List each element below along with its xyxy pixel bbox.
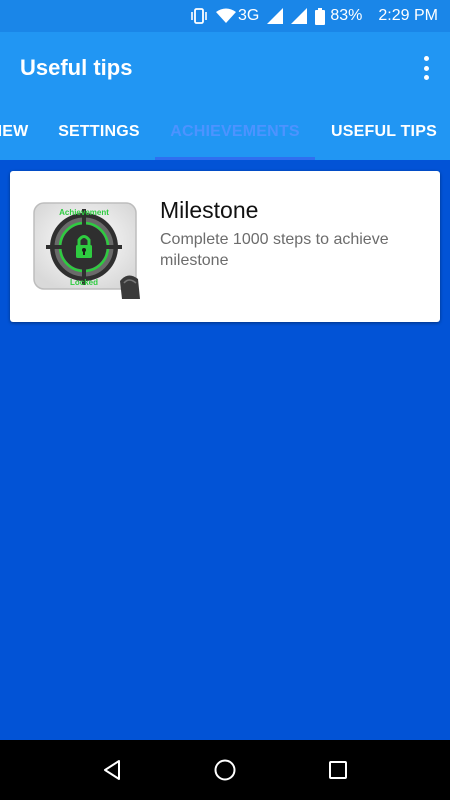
badge-bottom-label: Locked — [70, 278, 98, 287]
signal-icon — [267, 8, 284, 24]
achievement-locked-icon: Achievement Locked — [32, 201, 142, 301]
achievement-title: Milestone — [160, 197, 259, 223]
vibrate-icon — [190, 8, 208, 24]
tab-achievements[interactable]: ACHIEVEMENTS — [155, 104, 315, 160]
achievement-card[interactable]: Achievement Locked Milestone Complete 10… — [10, 171, 440, 322]
badge-top-label: Achievement — [59, 208, 109, 217]
clock: 2:29 PM — [378, 7, 438, 24]
achievement-description: Complete 1000 steps to achieve milestone — [160, 231, 389, 269]
tab-settings[interactable]: SETTINGS — [44, 104, 154, 160]
app-bar: Useful tips — [0, 32, 450, 104]
tab-overview[interactable]: IEW — [0, 104, 30, 160]
tab-bar: IEW SETTINGS ACHIEVEMENTS USEFUL TIPS — [0, 104, 450, 160]
wifi-icon — [216, 8, 237, 24]
battery-percent: 83% — [330, 7, 363, 24]
home-icon[interactable] — [205, 750, 245, 790]
tab-indicator — [155, 157, 315, 160]
battery-icon — [315, 7, 326, 25]
network-type: 3G — [238, 7, 260, 24]
status-bar: 3G 83% 2:29 PM — [0, 0, 450, 32]
system-nav-bar — [0, 740, 450, 800]
back-icon[interactable] — [92, 750, 132, 790]
signal-icon — [291, 8, 308, 24]
app-title: Useful tips — [20, 55, 133, 80]
tab-useful-tips[interactable]: USEFUL TIPS — [318, 104, 450, 160]
overflow-menu-icon[interactable] — [416, 54, 436, 82]
recents-icon[interactable] — [318, 750, 358, 790]
